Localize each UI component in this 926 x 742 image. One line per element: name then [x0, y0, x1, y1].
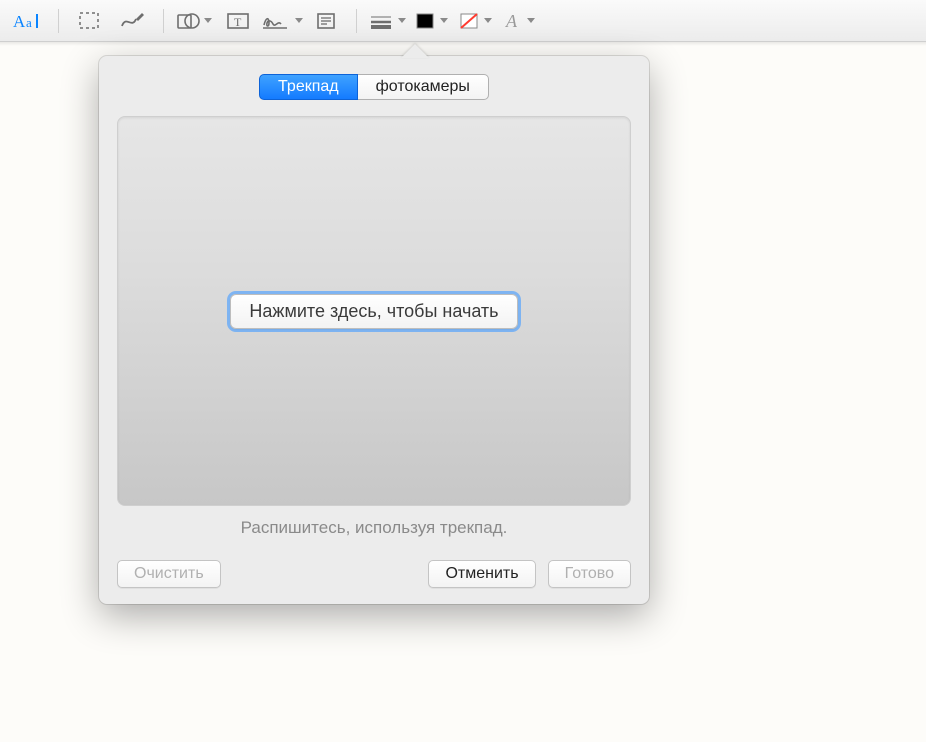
stroke-color-button[interactable] — [409, 6, 453, 36]
stroke-color-icon — [414, 11, 436, 31]
chevron-down-icon — [398, 18, 406, 23]
toolbar-separator — [163, 9, 164, 33]
text-style-button[interactable]: A a — [6, 6, 50, 36]
text-style-icon: A a — [13, 11, 43, 31]
cancel-button-label: Отменить — [445, 565, 518, 583]
font-style-button[interactable]: A — [497, 6, 541, 36]
note-icon — [315, 11, 337, 31]
tab-trackpad-label: Трекпад — [278, 75, 339, 99]
signature-icon — [261, 11, 291, 31]
done-button-label: Готово — [565, 565, 614, 583]
shapes-icon — [176, 11, 200, 31]
draw-icon — [120, 11, 146, 31]
popover-button-row: Очистить Отменить Готово — [117, 560, 631, 588]
line-style-button[interactable] — [365, 6, 409, 36]
svg-text:A: A — [505, 11, 518, 31]
toolbar-shadow — [0, 42, 926, 46]
signature-pad[interactable]: Нажмите здесь, чтобы начать — [117, 116, 631, 506]
tab-camera[interactable]: фотокамеры — [358, 74, 489, 100]
text-box-button[interactable]: T — [216, 6, 260, 36]
clear-button[interactable]: Очистить — [117, 560, 221, 588]
signature-button[interactable] — [260, 6, 304, 36]
signature-source-tabs: Трекпад фотокамеры — [117, 74, 631, 100]
note-button[interactable] — [304, 6, 348, 36]
popover-arrow — [401, 44, 429, 58]
chevron-down-icon — [527, 18, 535, 23]
shapes-button[interactable] — [172, 6, 216, 36]
svg-text:T: T — [234, 15, 242, 29]
svg-text:a: a — [26, 15, 32, 30]
signature-hint: Распишитесь, используя трекпад. — [117, 518, 631, 538]
draw-button[interactable] — [111, 6, 155, 36]
clear-button-label: Очистить — [134, 565, 204, 583]
signature-popover: Трекпад фотокамеры Нажмите здесь, чтобы … — [99, 56, 649, 604]
line-style-icon — [368, 11, 394, 31]
svg-text:A: A — [13, 12, 26, 31]
toolbar-separator — [58, 9, 59, 33]
tab-trackpad[interactable]: Трекпад — [259, 74, 358, 100]
markup-toolbar: A a — [0, 0, 926, 42]
selection-button[interactable] — [67, 6, 111, 36]
chevron-down-icon — [295, 18, 303, 23]
start-signing-button[interactable]: Нажмите здесь, чтобы начать — [230, 294, 517, 329]
fill-color-icon — [458, 11, 480, 31]
text-box-icon: T — [226, 11, 250, 31]
start-signing-label: Нажмите здесь, чтобы начать — [249, 301, 498, 321]
tab-camera-label: фотокамеры — [376, 75, 470, 99]
fill-color-button[interactable] — [453, 6, 497, 36]
font-italic-icon: A — [503, 11, 523, 31]
chevron-down-icon — [484, 18, 492, 23]
chevron-down-icon — [440, 18, 448, 23]
toolbar-separator — [356, 9, 357, 33]
done-button[interactable]: Готово — [548, 560, 631, 588]
cancel-button[interactable]: Отменить — [428, 560, 535, 588]
selection-icon — [78, 11, 100, 31]
chevron-down-icon — [204, 18, 212, 23]
